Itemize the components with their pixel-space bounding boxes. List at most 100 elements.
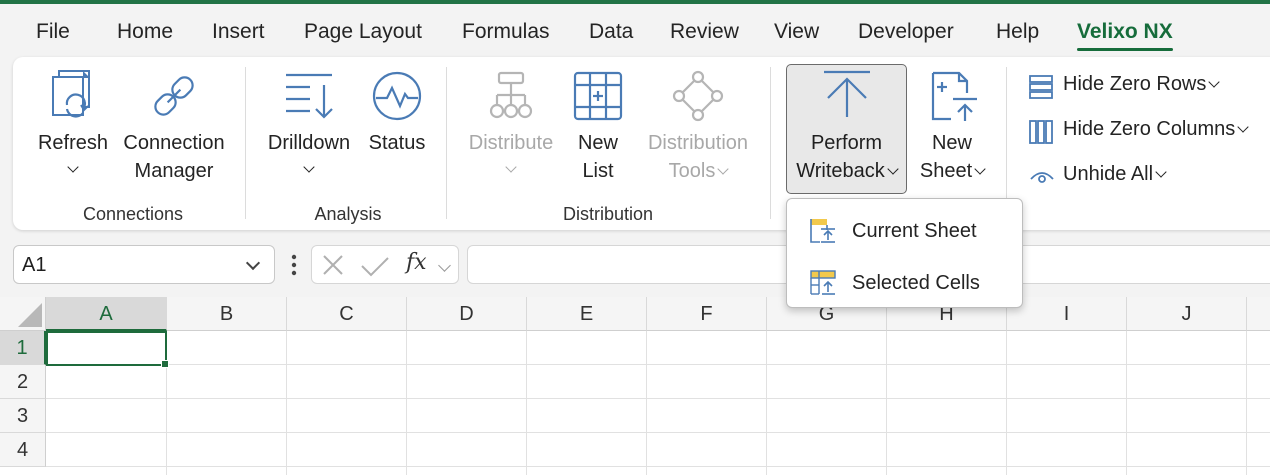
ribbon-panel: Refresh Connection Manager Connections D…	[13, 57, 1270, 230]
hierarchy-icon	[484, 69, 538, 131]
menu-item-selected-cells[interactable]: Selected Cells	[787, 257, 1022, 305]
column-header-c[interactable]: C	[287, 297, 407, 331]
chevron-down-icon	[1237, 121, 1249, 133]
perform-writeback-label-1: Perform	[810, 132, 883, 154]
drilldown-icon	[282, 69, 336, 131]
connection-label-1: Connection	[123, 132, 225, 154]
refresh-icon	[47, 69, 99, 131]
tab-home[interactable]: Home	[117, 20, 173, 44]
name-box[interactable]: A1	[13, 245, 275, 284]
eye-icon	[1029, 165, 1055, 195]
column-header-j[interactable]: J	[1127, 297, 1247, 331]
drilldown-label: Drilldown	[267, 132, 351, 154]
upload-arrow-icon	[820, 67, 874, 126]
distribute-label: Distribute	[468, 132, 554, 154]
group-separator	[1006, 67, 1007, 219]
distribute-button[interactable]: Distribute	[463, 65, 559, 185]
spreadsheet-grid: A B C D E F G H I J 1 2 3 4	[0, 297, 1270, 475]
new-sheet-label-2: Sheet	[913, 157, 991, 185]
grid-line	[46, 398, 1270, 399]
column-header-d[interactable]: D	[407, 297, 527, 331]
new-sheet-button[interactable]: New Sheet	[913, 65, 991, 185]
grid-line	[406, 331, 407, 475]
grid-line	[286, 331, 287, 475]
distribution-tools-button[interactable]: Distribution Tools	[641, 65, 755, 185]
drilldown-button[interactable]: Drilldown	[261, 65, 357, 185]
column-header-e[interactable]: E	[527, 297, 647, 331]
refresh-label: Refresh	[37, 132, 109, 154]
column-header-partial[interactable]	[1247, 297, 1270, 331]
grid-line	[1006, 331, 1007, 475]
chevron-down-icon[interactable]	[245, 255, 261, 271]
perform-writeback-button[interactable]: Perform Writeback	[786, 64, 907, 194]
selected-cells-icon	[810, 270, 836, 301]
grid-line	[886, 331, 887, 475]
columns-icon	[1029, 120, 1053, 150]
group-label-analysis: Analysis	[314, 204, 382, 224]
group-label-distribution: Distribution	[562, 204, 654, 224]
list-grid-icon	[571, 69, 625, 131]
chevron-down-icon	[717, 163, 730, 175]
name-box-value: A1	[22, 254, 47, 276]
active-cell-a1[interactable]	[46, 331, 169, 368]
perform-writeback-menu: Current Sheet Selected Cells	[786, 198, 1023, 308]
status-pulse-icon	[370, 69, 424, 131]
group-separator	[770, 67, 771, 219]
new-list-button[interactable]: New List	[565, 65, 631, 185]
link-icon	[147, 69, 201, 131]
tab-insert[interactable]: Insert	[212, 20, 265, 44]
chevron-down-icon	[463, 155, 559, 183]
new-list-label-1: New	[577, 132, 618, 154]
group-separator	[245, 67, 246, 219]
more-options-icon[interactable]	[290, 254, 298, 281]
tab-view[interactable]: View	[774, 20, 819, 44]
row-header-3[interactable]: 3	[0, 399, 46, 433]
column-header-f[interactable]: F	[647, 297, 767, 331]
perform-writeback-label-2: Writeback	[787, 157, 906, 185]
column-header-b[interactable]: B	[167, 297, 287, 331]
current-sheet-icon	[810, 218, 836, 249]
insert-function-button[interactable]: fx	[406, 250, 427, 275]
chevron-down-icon	[974, 163, 986, 175]
menu-item-label: Selected Cells	[852, 272, 980, 294]
row-header-2[interactable]: 2	[0, 365, 46, 399]
chevron-down-icon	[35, 155, 111, 183]
grid-line	[46, 364, 1270, 365]
connection-label-2: Manager	[134, 160, 214, 182]
enter-check-icon[interactable]	[360, 255, 390, 282]
new-sheet-icon	[925, 69, 979, 131]
row-header-1[interactable]: 1	[0, 331, 46, 365]
chevron-down-icon[interactable]	[438, 259, 451, 272]
tab-data[interactable]: Data	[589, 20, 633, 44]
tab-formulas[interactable]: Formulas	[462, 20, 550, 44]
new-list-label-2: List	[582, 160, 614, 182]
grid-line	[646, 331, 647, 475]
select-all-corner[interactable]	[0, 297, 46, 331]
ribbon-tabs: File Home Insert Page Layout Formulas Da…	[0, 4, 1270, 56]
tab-developer[interactable]: Developer	[858, 20, 954, 44]
status-label: Status	[368, 132, 426, 154]
distribution-tools-label-1: Distribution	[647, 132, 749, 154]
status-button[interactable]: Status	[363, 65, 431, 185]
tab-help[interactable]: Help	[996, 20, 1039, 44]
distribution-tools-icon	[671, 69, 725, 131]
column-header-a[interactable]: A	[46, 297, 167, 331]
new-sheet-label-1: New	[931, 132, 972, 154]
refresh-button[interactable]: Refresh	[35, 65, 111, 185]
chevron-down-icon	[1155, 166, 1167, 178]
hide-zero-columns-label: Hide Zero Columns	[1063, 118, 1236, 140]
menu-item-current-sheet[interactable]: Current Sheet	[787, 205, 1022, 253]
row-header-4[interactable]: 4	[0, 433, 46, 467]
tab-review[interactable]: Review	[670, 20, 739, 44]
group-separator	[446, 67, 447, 219]
chevron-down-icon	[1208, 76, 1221, 88]
connection-manager-button[interactable]: Connection Manager	[117, 65, 231, 185]
tab-file[interactable]: File	[36, 20, 70, 44]
tab-page-layout[interactable]: Page Layout	[304, 20, 422, 44]
tab-velixo-nx[interactable]: Velixo NX	[1077, 20, 1173, 51]
column-header-i[interactable]: I	[1007, 297, 1127, 331]
unhide-all-label: Unhide All	[1063, 163, 1154, 185]
cancel-icon[interactable]	[322, 254, 344, 281]
grid-line	[1246, 331, 1247, 475]
chevron-down-icon	[261, 155, 357, 183]
